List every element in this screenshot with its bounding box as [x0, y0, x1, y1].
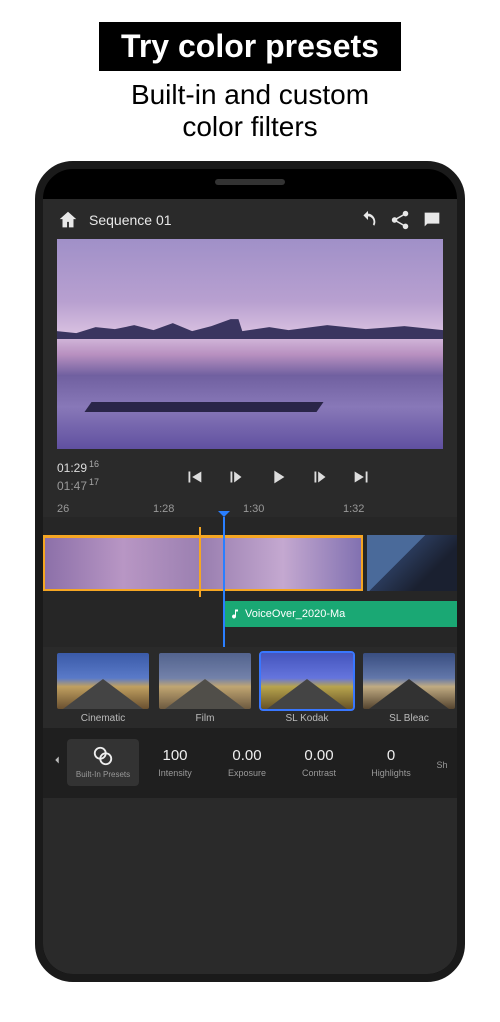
- seq-time: 01:47: [57, 479, 87, 493]
- promo-title: Try color presets: [99, 22, 401, 71]
- promo-subtitle-line2: color filters: [182, 111, 317, 142]
- video-clip[interactable]: [43, 535, 363, 591]
- timecode-display: 01:2916 01:4717: [57, 459, 99, 494]
- video-track[interactable]: [43, 535, 457, 591]
- presets-icon: [92, 745, 114, 767]
- param-contrast[interactable]: 0.00 Contrast: [283, 747, 355, 778]
- ruler-tick: 1:28: [153, 503, 174, 515]
- audio-clip[interactable]: VoiceOver_2020-Ma: [223, 601, 457, 627]
- param-label: Exposure: [211, 768, 283, 778]
- frame-back-icon[interactable]: [225, 466, 247, 488]
- param-highlights[interactable]: 0 Highlights: [355, 747, 427, 778]
- param-label: Sh: [427, 760, 457, 770]
- ruler-tick: 1:30: [243, 503, 264, 515]
- playhead[interactable]: [223, 517, 225, 647]
- param-bar: Built-In Presets 100 Intensity 0.00 Expo…: [43, 728, 457, 798]
- skip-start-icon[interactable]: [183, 466, 205, 488]
- param-value: 0: [355, 747, 427, 764]
- param-exposure[interactable]: 0.00 Exposure: [211, 747, 283, 778]
- play-icon[interactable]: [267, 466, 289, 488]
- app-screen: Sequence 01 01:2916 01:4717: [43, 199, 457, 974]
- skip-end-icon[interactable]: [351, 466, 373, 488]
- preset-strip: Cinematic Film SL Kodak SL Bleac: [43, 647, 457, 728]
- param-label: Built-In Presets: [67, 771, 139, 780]
- video-preview[interactable]: [57, 239, 443, 449]
- transport-bar: 01:2916 01:4717: [43, 449, 457, 500]
- param-builtin-presets[interactable]: Built-In Presets: [67, 739, 139, 786]
- seq-frames: 17: [89, 477, 99, 487]
- back-button[interactable]: [47, 753, 67, 772]
- param-label: Contrast: [283, 768, 355, 778]
- preset-label: Film: [159, 713, 251, 724]
- home-icon[interactable]: [57, 209, 79, 231]
- frame-forward-icon[interactable]: [309, 466, 331, 488]
- comment-icon[interactable]: [421, 209, 443, 231]
- param-shadows[interactable]: Sh: [427, 756, 457, 770]
- ruler-tick: 1:32: [343, 503, 364, 515]
- phone-frame: Sequence 01 01:2916 01:4717: [35, 161, 465, 982]
- share-icon[interactable]: [389, 209, 411, 231]
- top-bar: Sequence 01: [43, 199, 457, 239]
- clip-time: 01:29: [57, 461, 87, 475]
- param-label: Highlights: [355, 768, 427, 778]
- preset-label: SL Bleac: [363, 713, 455, 724]
- preset-sl-bleach[interactable]: SL Bleac: [363, 653, 455, 724]
- param-value: 0.00: [211, 747, 283, 764]
- param-label: Intensity: [139, 768, 211, 778]
- audio-clip-name: VoiceOver_2020-Ma: [245, 608, 345, 620]
- preset-film[interactable]: Film: [159, 653, 251, 724]
- time-ruler[interactable]: 26 1:28 1:30 1:32: [43, 501, 457, 517]
- ruler-tick: 26: [57, 503, 69, 515]
- clip-frames: 16: [89, 459, 99, 469]
- preset-cinematic[interactable]: Cinematic: [57, 653, 149, 724]
- preset-sl-kodak[interactable]: SL Kodak: [261, 653, 353, 724]
- video-clip[interactable]: [367, 535, 457, 591]
- preset-label: Cinematic: [57, 713, 149, 724]
- param-value: 0.00: [283, 747, 355, 764]
- promo-subtitle-line1: Built-in and custom: [131, 79, 369, 110]
- param-intensity[interactable]: 100 Intensity: [139, 747, 211, 778]
- promo-subtitle: Built-in and custom color filters: [0, 79, 500, 143]
- timeline[interactable]: VoiceOver_2020-Ma: [43, 517, 457, 647]
- undo-icon[interactable]: [357, 209, 379, 231]
- param-value: 100: [139, 747, 211, 764]
- sequence-title[interactable]: Sequence 01: [89, 212, 347, 228]
- cut-marker[interactable]: [199, 527, 201, 597]
- preset-label: SL Kodak: [261, 713, 353, 724]
